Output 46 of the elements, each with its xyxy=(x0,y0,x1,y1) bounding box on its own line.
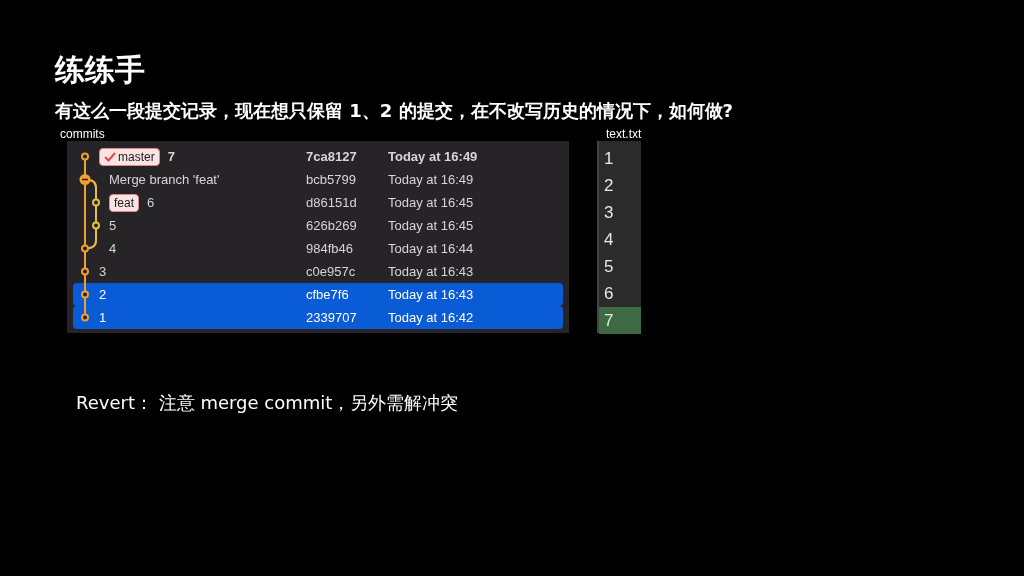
commit-message: 3 xyxy=(99,264,107,279)
commit-hash: 2339707 xyxy=(306,310,358,325)
file-line: 3 xyxy=(603,201,615,224)
commit-hash: c0e957c xyxy=(306,264,357,279)
commit-hash: 626b269 xyxy=(306,218,358,233)
panel-caption: commits xyxy=(60,128,105,141)
commit-message: 6 xyxy=(147,195,155,210)
commit-message: 1 xyxy=(99,310,107,325)
commit-row[interactable]: 4 984fb46 Today at 16:44 xyxy=(73,237,563,260)
file-line: 4 xyxy=(603,228,615,251)
branch-tag: feat xyxy=(109,193,139,212)
commit-date: Today at 16:49 xyxy=(388,172,475,187)
check-icon xyxy=(104,151,116,162)
commit-date: Today at 16:44 xyxy=(388,241,475,256)
panel-caption: text.txt xyxy=(606,128,642,141)
file-line: 2 xyxy=(603,174,615,197)
commit-row[interactable]: Merge branch 'feat' bcb5799 Today at 16:49 xyxy=(73,168,563,191)
commit-row[interactable]: 3 c0e957c Today at 16:43 xyxy=(73,260,563,283)
file-line: 6 xyxy=(603,282,615,305)
commit-message: 7 xyxy=(167,149,175,164)
commit-hash: d86151d xyxy=(306,195,358,210)
commit-row[interactable]: master 7 7ca8127 Today at 16:49 xyxy=(73,145,563,168)
commit-message: Merge branch 'feat' xyxy=(109,172,220,187)
commit-hash: 984fb46 xyxy=(306,241,354,256)
commit-row[interactable]: feat 6 d86151d Today at 16:45 xyxy=(73,191,563,214)
commit-date: Today at 16:42 xyxy=(388,310,475,325)
commit-date: Today at 16:43 xyxy=(388,287,475,302)
commit-hash: cfbe7f6 xyxy=(306,287,350,302)
commit-hash: bcb5799 xyxy=(306,172,357,187)
commit-date: Today at 16:49 xyxy=(388,149,479,164)
commit-hash: 7ca8127 xyxy=(306,149,358,164)
file-line: 1 xyxy=(603,147,615,170)
slide-title: 练练手 xyxy=(55,51,146,89)
commit-row[interactable]: 2 cfbe7f6 Today at 16:43 xyxy=(73,283,563,306)
commit-message: 2 xyxy=(99,287,107,302)
commit-message: 5 xyxy=(109,218,117,233)
commit-date: Today at 16:45 xyxy=(388,195,475,210)
branch-tag: master xyxy=(99,147,160,166)
commit-row[interactable]: 5 626b269 Today at 16:45 xyxy=(73,214,563,237)
commit-date: Today at 16:43 xyxy=(388,264,475,279)
note-text: Revert： 注意 merge commit，另外需解冲突 xyxy=(76,391,460,415)
slide-subtitle: 有这么一段提交记录，现在想只保留 1、2 的提交，在不改写历史的情况下，如何做? xyxy=(55,99,735,123)
file-line: 5 xyxy=(603,255,615,278)
commit-row[interactable]: 1 2339707 Today at 16:42 xyxy=(73,306,563,329)
commit-date: Today at 16:45 xyxy=(388,218,475,233)
commit-message: 4 xyxy=(109,241,117,256)
